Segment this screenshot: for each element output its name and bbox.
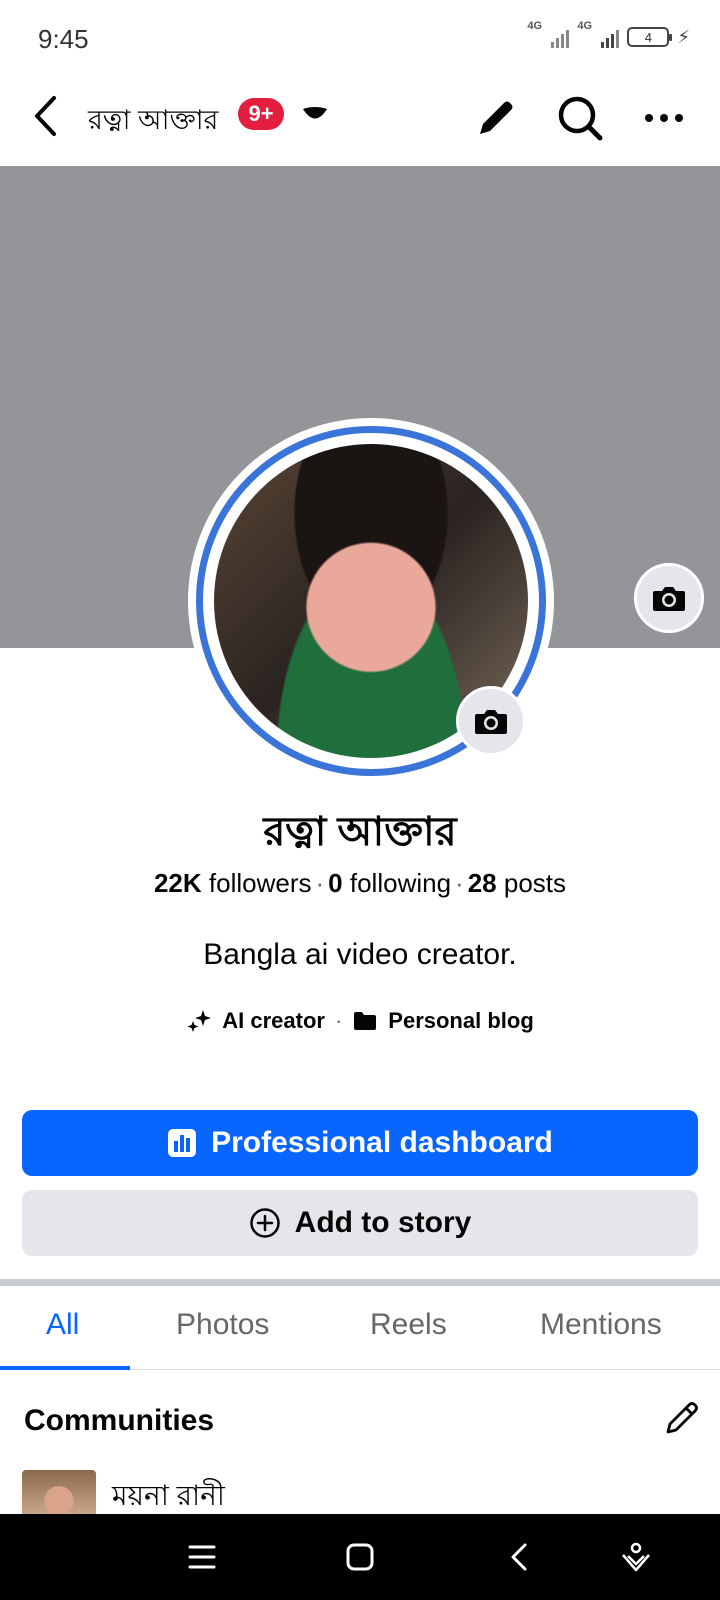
posts-stat: 28 posts xyxy=(468,868,566,898)
edit-profile-button[interactable] xyxy=(468,90,524,146)
button-label: Add to story xyxy=(294,1206,472,1239)
more-dots-icon xyxy=(645,114,683,122)
following-label: following xyxy=(349,868,452,898)
camera-icon xyxy=(475,710,507,734)
recent-apps-button[interactable] xyxy=(177,1532,227,1582)
folder-icon xyxy=(354,1012,377,1030)
nav-title[interactable]: রত্না আক্তার xyxy=(88,100,218,145)
menu-icon xyxy=(188,1545,216,1569)
followers-label: followers xyxy=(208,868,312,898)
following-count: 0 xyxy=(328,868,343,898)
network-label: 4G xyxy=(527,20,543,32)
profile-bio: Bangla ai video creator. xyxy=(203,938,517,971)
plus-circle-icon xyxy=(249,1208,280,1238)
pencil-outline-icon xyxy=(666,1402,698,1434)
home-button[interactable] xyxy=(335,1532,385,1582)
posts-count: 28 xyxy=(467,868,497,898)
edit-profile-picture-button[interactable] xyxy=(456,686,526,756)
top-nav: রত্না আক্তার 9+ xyxy=(0,80,720,164)
pencil-icon xyxy=(480,101,513,134)
status-time: 9:45 xyxy=(38,24,89,54)
edit-communities-button[interactable] xyxy=(660,1396,704,1440)
status-icons: 4G 4G 4 ⚡ xyxy=(527,20,690,48)
profile-name: রত্না আক্তার xyxy=(263,810,457,854)
assistant-icon xyxy=(622,1542,650,1572)
category-label: AI creator xyxy=(222,1008,325,1033)
battery-level: 4 xyxy=(644,29,652,45)
back-arrow-icon xyxy=(35,96,56,136)
caret-down-icon xyxy=(303,107,327,119)
profile-categories: AI creator · Personal blog xyxy=(0,1008,720,1034)
account-switch-caret[interactable] xyxy=(300,104,330,128)
charging-icon: ⚡ xyxy=(677,26,690,47)
followers-count: 22K xyxy=(153,868,202,898)
system-back-button[interactable] xyxy=(494,1532,544,1582)
camera-icon xyxy=(653,587,685,611)
profile-stats: 22K followers · 0 following · 28 posts xyxy=(0,868,720,899)
system-nav-bar xyxy=(0,1514,720,1600)
separator-dot: · xyxy=(455,868,464,898)
tab-mentions[interactable]: Mentions xyxy=(540,1308,662,1342)
status-bar: 9:45 4G 4G 4 ⚡ xyxy=(0,0,720,80)
network-label: 4G xyxy=(577,20,593,32)
category-ai-creator: AI creator xyxy=(186,1008,325,1034)
search-icon xyxy=(558,96,603,141)
back-button[interactable] xyxy=(24,90,66,142)
professional-dashboard-button[interactable]: Professional dashboard xyxy=(22,1110,698,1176)
followers-stat[interactable]: 22K followers xyxy=(154,868,312,898)
section-divider xyxy=(0,1279,720,1286)
tab-reels[interactable]: Reels xyxy=(370,1308,447,1342)
add-to-story-button[interactable]: Add to story xyxy=(22,1190,698,1256)
sparkle-icon xyxy=(187,1010,212,1032)
posts-label: posts xyxy=(503,868,567,898)
profile-tabs: All Photos Reels Mentions xyxy=(0,1286,720,1370)
following-stat[interactable]: 0 following xyxy=(328,868,451,898)
active-tab-indicator xyxy=(0,1366,130,1370)
signal-icon: 4G xyxy=(577,20,620,48)
search-button[interactable] xyxy=(552,90,608,146)
notification-badge[interactable]: 9+ xyxy=(238,98,284,130)
separator-dot: · xyxy=(315,868,325,898)
edit-cover-photo-button[interactable] xyxy=(634,563,704,633)
tab-photos[interactable]: Photos xyxy=(176,1308,269,1342)
back-chevron-icon xyxy=(511,1543,527,1571)
battery-icon: 4 xyxy=(627,27,673,47)
dashboard-chart-icon xyxy=(168,1129,197,1157)
category-label: Personal blog xyxy=(388,1008,534,1033)
community-thumbnail[interactable] xyxy=(22,1470,96,1514)
assistant-button[interactable] xyxy=(611,1532,661,1582)
button-label: Professional dashboard xyxy=(211,1126,553,1159)
separator-dot: · xyxy=(334,1008,343,1033)
communities-title: Communities xyxy=(24,1404,215,1437)
category-personal-blog: Personal blog xyxy=(352,1008,534,1034)
tab-all[interactable]: All xyxy=(46,1308,79,1342)
more-options-button[interactable] xyxy=(636,90,692,146)
home-square-icon xyxy=(346,1543,374,1571)
signal-icon: 4G xyxy=(527,20,570,48)
